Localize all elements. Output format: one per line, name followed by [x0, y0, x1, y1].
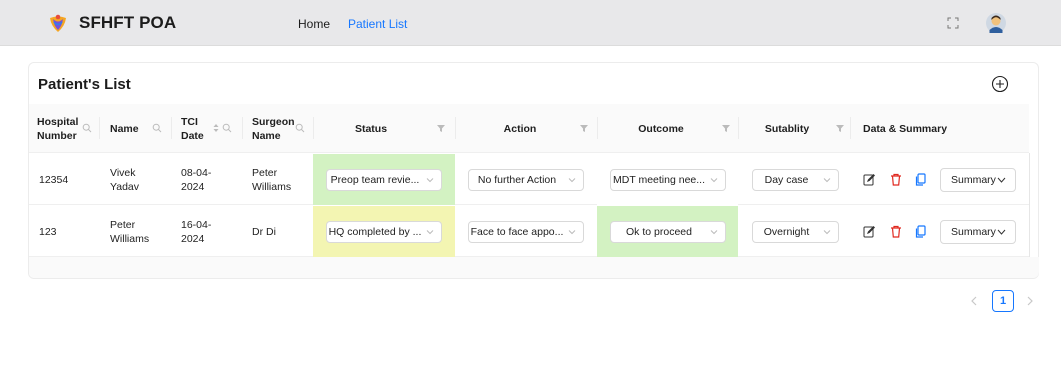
search-icon[interactable]	[82, 123, 92, 133]
tci-date-cell: 16-04-2024	[181, 218, 212, 245]
column-header-name: Name	[110, 122, 139, 135]
summary-dropdown-button[interactable]: Summary	[940, 168, 1016, 192]
chevron-down-icon	[710, 178, 718, 183]
column-header-status: Status	[354, 122, 388, 135]
tci-date-cell: 08-04-2024	[181, 166, 212, 193]
chevron-down-icon	[568, 230, 576, 235]
copy-icon[interactable]	[915, 225, 927, 238]
search-icon[interactable]	[222, 123, 232, 133]
table-footer	[29, 257, 1039, 278]
surgeon-name-cell: Peter Williams	[252, 166, 292, 193]
edit-icon[interactable]	[863, 225, 875, 238]
table-row: 12354 Vivek Yadav 08-04-2024 Peter Willi…	[29, 154, 1029, 205]
outcome-select[interactable]: MDT meeting nee...	[610, 169, 726, 191]
fullscreen-icon[interactable]	[946, 16, 960, 30]
column-header-suitability: Sutablity	[764, 122, 810, 135]
add-patient-icon[interactable]	[991, 75, 1009, 93]
nav-home-link[interactable]: Home	[298, 17, 330, 31]
chevron-down-icon	[997, 229, 1006, 235]
summary-dropdown-button[interactable]: Summary	[940, 220, 1016, 244]
prev-page-icon[interactable]	[969, 295, 979, 307]
name-cell: Peter Williams	[110, 218, 150, 245]
table-scrollbar[interactable]	[1029, 153, 1030, 257]
pagination-page-button[interactable]: 1	[992, 290, 1014, 312]
outcome-select[interactable]: Ok to proceed	[610, 221, 726, 243]
action-select[interactable]: Face to face appo...	[468, 221, 584, 243]
suitability-select[interactable]: Day case	[752, 169, 839, 191]
column-header-hospital-number: Hospital Number	[37, 115, 79, 142]
chevron-down-icon	[426, 178, 434, 183]
chevron-down-icon	[823, 178, 831, 183]
table-row: 123 Peter Williams 16-04-2024 Dr Di HQ c…	[29, 206, 1029, 257]
suitability-select[interactable]: Overnight	[752, 221, 839, 243]
filter-icon[interactable]	[835, 123, 845, 133]
chevron-down-icon	[710, 230, 718, 235]
next-page-icon[interactable]	[1025, 295, 1035, 307]
surgeon-name-cell: Dr Di	[252, 225, 276, 238]
sort-icon[interactable]	[211, 123, 221, 133]
chevron-down-icon	[568, 178, 576, 183]
column-header-tci-date: TCI Date	[181, 115, 204, 142]
action-select[interactable]: No further Action	[468, 169, 584, 191]
copy-icon[interactable]	[915, 173, 927, 186]
chevron-down-icon	[997, 177, 1006, 183]
search-icon[interactable]	[295, 123, 305, 133]
delete-icon[interactable]	[890, 225, 902, 238]
top-navbar: SFHFT POA Home Patient List	[0, 0, 1061, 46]
brand-logo-icon	[50, 14, 66, 32]
table-header: Hospital Number Name TCI Date Surgeon Na…	[29, 104, 1029, 153]
column-header-data-summary: Data & Summary	[863, 122, 948, 135]
status-select[interactable]: HQ completed by ...	[326, 221, 442, 243]
chevron-down-icon	[823, 230, 831, 235]
brand-name: SFHFT POA	[79, 13, 177, 32]
card-title: Patient's List	[38, 76, 131, 93]
filter-icon[interactable]	[436, 123, 446, 133]
nav-patient-list-link[interactable]: Patient List	[348, 17, 407, 31]
user-avatar-icon[interactable]	[986, 13, 1006, 33]
column-header-surgeon-name: Surgeon Name	[252, 115, 295, 142]
search-icon[interactable]	[152, 123, 162, 133]
filter-icon[interactable]	[579, 123, 589, 133]
delete-icon[interactable]	[890, 173, 902, 186]
hospital-number-cell: 123	[39, 225, 57, 238]
edit-icon[interactable]	[863, 173, 875, 186]
name-cell: Vivek Yadav	[110, 166, 139, 193]
column-header-outcome: Outcome	[638, 122, 684, 135]
filter-icon[interactable]	[721, 123, 731, 133]
hospital-number-cell: 12354	[39, 173, 69, 186]
chevron-down-icon	[426, 230, 434, 235]
status-select[interactable]: Preop team revie...	[326, 169, 442, 191]
column-header-action: Action	[503, 122, 537, 135]
